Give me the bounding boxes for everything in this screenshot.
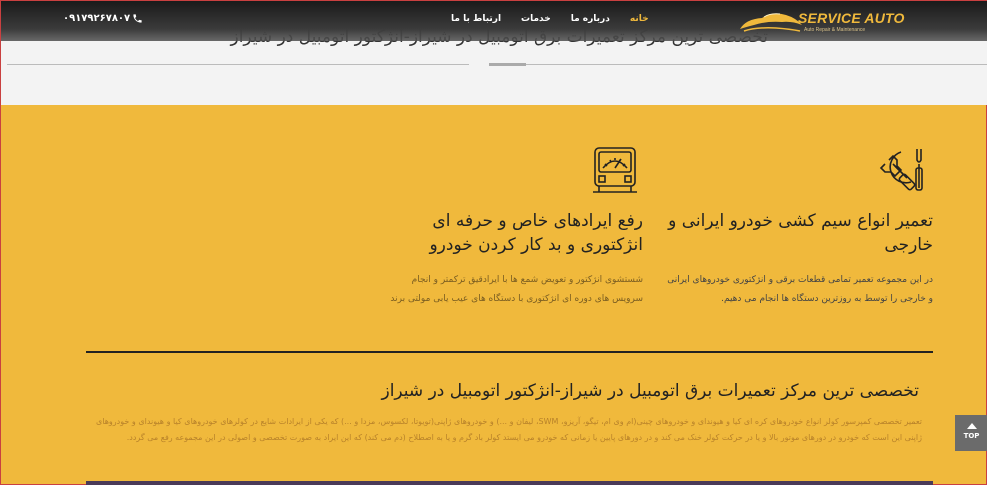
phone-number: ۰۹۱۷۹۲۶۷۸۰۷ xyxy=(63,13,131,24)
navbar: ۰۹۱۷۹۲۶۷۸۰۷ خانه درباره ما خدمات ارتباط … xyxy=(1,1,987,41)
nav-about[interactable]: درباره ما xyxy=(571,14,610,24)
nav-home[interactable]: خانه xyxy=(630,14,649,24)
logo-text: SERVICE AUTO xyxy=(798,10,905,26)
hero-divider-right xyxy=(514,64,987,65)
scroll-top-label: TOP xyxy=(963,432,980,440)
logo-subtitle: Auto Repair & Maintenance xyxy=(804,27,866,33)
nav-contact[interactable]: ارتباط با ما xyxy=(451,14,501,24)
hero-divider-left xyxy=(7,64,469,65)
phone-link[interactable]: ۰۹۱۷۹۲۶۷۸۰۷ xyxy=(63,13,143,24)
feature-card-injector: رفع ایرادهای خاص و حرفه ای انژکتوری و بد… xyxy=(381,209,643,309)
nav-services[interactable]: خدمات xyxy=(521,14,551,24)
feature-title: تعمیر انواع سیم کشی خودرو ایرانی و خارجی xyxy=(668,211,933,255)
feature-card-wiring: تعمیر انواع سیم کشی خودرو ایرانی و خارجی… xyxy=(661,209,933,309)
image-strip xyxy=(86,481,933,485)
arrow-up-icon xyxy=(966,423,977,429)
section-divider xyxy=(86,351,933,353)
hero-divider-accent xyxy=(489,63,526,66)
feature-title: رفع ایرادهای خاص و حرفه ای انژکتوری و بد… xyxy=(429,211,643,255)
section-body: تعمیر تخصصی کمپرسور کولر انواع خودروهای … xyxy=(96,417,922,442)
car-logo-icon xyxy=(740,13,802,32)
section-title: تخصصی ترین مرکز تعمیرات برق اتومبیل در ش… xyxy=(381,381,919,401)
feature-text: در این مجموعه تعمیر تمامی قطعات برقی و ا… xyxy=(667,275,933,304)
main-nav: خانه درباره ما خدمات ارتباط با ما xyxy=(451,14,649,24)
diagnostic-gauge-icon xyxy=(593,147,637,193)
logo[interactable]: SERVICE AUTO Auto Repair & Maintenance xyxy=(736,7,904,39)
scroll-top-button[interactable]: TOP xyxy=(955,415,987,451)
feature-text: شستشوی انژکتور و تعویض شمع ها با ایرادقی… xyxy=(390,275,643,304)
tools-icon xyxy=(879,149,923,191)
phone-icon xyxy=(133,14,142,23)
